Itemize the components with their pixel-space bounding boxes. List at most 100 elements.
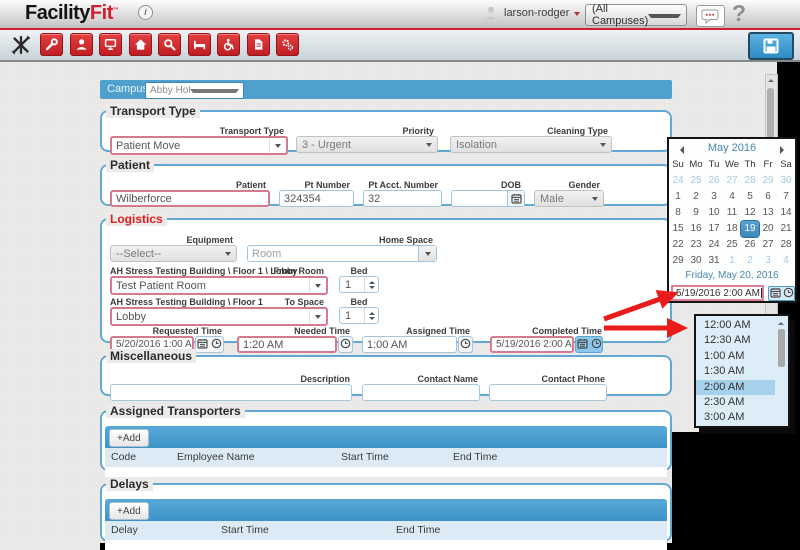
calendar-day[interactable]: 31 bbox=[705, 253, 723, 269]
contact-phone-input[interactable] bbox=[489, 384, 607, 401]
calendar-day[interactable]: 4 bbox=[777, 253, 795, 269]
calendar-day[interactable]: 1 bbox=[723, 253, 741, 269]
calendar-picker-buttons[interactable] bbox=[768, 286, 795, 301]
priority-dropdown[interactable]: 3 - Urgent bbox=[296, 136, 438, 153]
displays-button[interactable] bbox=[99, 33, 122, 56]
calendar-day[interactable]: 24 bbox=[705, 237, 723, 253]
home-button[interactable] bbox=[129, 33, 152, 56]
calendar-day[interactable]: 4 bbox=[723, 189, 741, 205]
calendar-icon[interactable] bbox=[770, 285, 781, 303]
time-option[interactable]: 1:30 AM bbox=[696, 364, 775, 379]
scroll-thumb[interactable] bbox=[778, 329, 785, 367]
calendar-today-footer[interactable]: Friday, May 20, 2016 bbox=[669, 270, 795, 281]
dob-input[interactable] bbox=[451, 190, 525, 207]
user-menu[interactable]: larson-rodger bbox=[483, 5, 580, 21]
calendar-day[interactable]: 20 bbox=[759, 221, 777, 237]
from-bed-spinner[interactable]: 1 bbox=[339, 276, 379, 293]
calendar-day[interactable]: 25 bbox=[723, 237, 741, 253]
calendar-day[interactable]: 16 bbox=[687, 221, 705, 237]
contact-name-input[interactable] bbox=[362, 384, 480, 401]
time-option[interactable]: 3:00 AM bbox=[696, 410, 775, 425]
spin-up-icon[interactable] bbox=[369, 278, 375, 284]
calendar-datetime-input[interactable]: 5/19/2016 2:00 AM bbox=[671, 285, 764, 301]
add-delay-button[interactable]: +Add bbox=[109, 502, 149, 520]
dropdown-button[interactable] bbox=[269, 138, 286, 153]
time-option[interactable]: 1:00 AM bbox=[696, 349, 775, 364]
spin-down-icon[interactable] bbox=[369, 317, 375, 323]
calendar-day[interactable]: 29 bbox=[669, 253, 687, 269]
description-input[interactable] bbox=[110, 384, 352, 401]
calendar-day[interactable]: 14 bbox=[777, 205, 795, 221]
pt-acct-number-input[interactable]: 32 bbox=[363, 190, 442, 207]
calendar-month-title[interactable]: May 2016 bbox=[669, 142, 795, 154]
collapse-burst-icon[interactable] bbox=[10, 34, 32, 56]
gender-dropdown[interactable]: Male bbox=[534, 190, 604, 207]
calendar-day[interactable]: 27 bbox=[723, 173, 741, 189]
calendar-day[interactable]: 10 bbox=[705, 205, 723, 221]
calendar-day[interactable]: 8 bbox=[669, 205, 687, 221]
calendar-day[interactable]: 18 bbox=[723, 221, 741, 237]
calendar-day[interactable]: 7 bbox=[777, 189, 795, 205]
pt-number-input[interactable]: 324354 bbox=[279, 190, 354, 207]
help-button[interactable]: ? bbox=[732, 0, 746, 27]
time-popup-scrollbar[interactable] bbox=[777, 319, 786, 423]
calendar-day[interactable]: 26 bbox=[705, 173, 723, 189]
calendar-day[interactable]: 3 bbox=[759, 253, 777, 269]
calendar-day[interactable]: 9 bbox=[687, 205, 705, 221]
calendar-day[interactable]: 1 bbox=[669, 189, 687, 205]
all-campuses-select[interactable]: (All Campuses) bbox=[585, 4, 687, 26]
work-order-button[interactable] bbox=[40, 33, 63, 56]
calendar-day[interactable]: 13 bbox=[759, 205, 777, 221]
calendar-day[interactable]: 12 bbox=[741, 205, 759, 221]
patient-transport-button[interactable] bbox=[217, 33, 240, 56]
add-transporter-button[interactable]: +Add bbox=[109, 429, 149, 447]
time-option[interactable]: 12:30 AM bbox=[696, 333, 775, 348]
personnel-button[interactable] bbox=[70, 33, 93, 56]
spin-down-icon[interactable] bbox=[369, 286, 375, 292]
settings-button[interactable] bbox=[276, 33, 299, 56]
save-button[interactable] bbox=[748, 32, 794, 60]
cleaning-type-dropdown[interactable]: Isolation bbox=[450, 136, 612, 153]
calendar-day[interactable]: 6 bbox=[759, 189, 777, 205]
calendar-day[interactable]: 17 bbox=[705, 221, 723, 237]
to-bed-spinner[interactable]: 1 bbox=[339, 307, 379, 324]
calendar-day[interactable]: 2 bbox=[687, 189, 705, 205]
calendar-day[interactable]: 28 bbox=[777, 237, 795, 253]
calendar-day[interactable]: 28 bbox=[741, 173, 759, 189]
info-icon[interactable]: i bbox=[138, 5, 153, 20]
calendar-day[interactable]: 23 bbox=[687, 237, 705, 253]
dropdown-button[interactable] bbox=[309, 309, 326, 324]
calendar-day[interactable]: 29 bbox=[759, 173, 777, 189]
calendar-day[interactable]: 27 bbox=[759, 237, 777, 253]
calendar-day[interactable]: 25 bbox=[687, 173, 705, 189]
calendar-day[interactable]: 30 bbox=[777, 173, 795, 189]
clock-icon[interactable] bbox=[783, 285, 794, 303]
time-option[interactable]: 2:30 AM bbox=[696, 395, 775, 410]
calendar-day[interactable]: 11 bbox=[723, 205, 741, 221]
spin-up-icon[interactable] bbox=[369, 309, 375, 315]
calendar-day[interactable]: 5 bbox=[741, 189, 759, 205]
from-room-dropdown[interactable]: Test Patient Room bbox=[110, 276, 328, 295]
feedback-chat-button[interactable] bbox=[696, 5, 725, 27]
to-space-dropdown[interactable]: Lobby bbox=[110, 307, 328, 326]
next-month-icon[interactable] bbox=[780, 146, 788, 154]
search-button[interactable] bbox=[158, 33, 181, 56]
scroll-up-icon[interactable] bbox=[778, 319, 784, 325]
patient-input[interactable]: Wilberforce bbox=[110, 190, 270, 207]
time-option-selected[interactable]: 2:00 AM bbox=[696, 380, 775, 395]
calendar-day[interactable]: 30 bbox=[687, 253, 705, 269]
scroll-up-icon[interactable] bbox=[768, 76, 774, 82]
dropdown-button[interactable] bbox=[418, 246, 436, 261]
transport-type-dropdown[interactable]: Patient Move bbox=[110, 136, 288, 155]
bed-management-button[interactable] bbox=[188, 33, 211, 56]
calendar-day[interactable]: 22 bbox=[669, 237, 687, 253]
calendar-icon[interactable] bbox=[507, 191, 524, 206]
calendar-day[interactable]: 15 bbox=[669, 221, 687, 237]
reports-button[interactable] bbox=[247, 33, 270, 56]
calendar-day[interactable]: 21 bbox=[777, 221, 795, 237]
calendar-day[interactable]: 24 bbox=[669, 173, 687, 189]
home-space-combobox[interactable]: Room bbox=[247, 245, 437, 262]
campus-dropdown[interactable]: Abby Hoffman Cent... bbox=[145, 82, 244, 99]
dropdown-button[interactable] bbox=[309, 278, 326, 293]
calendar-day[interactable]: 2 bbox=[741, 253, 759, 269]
